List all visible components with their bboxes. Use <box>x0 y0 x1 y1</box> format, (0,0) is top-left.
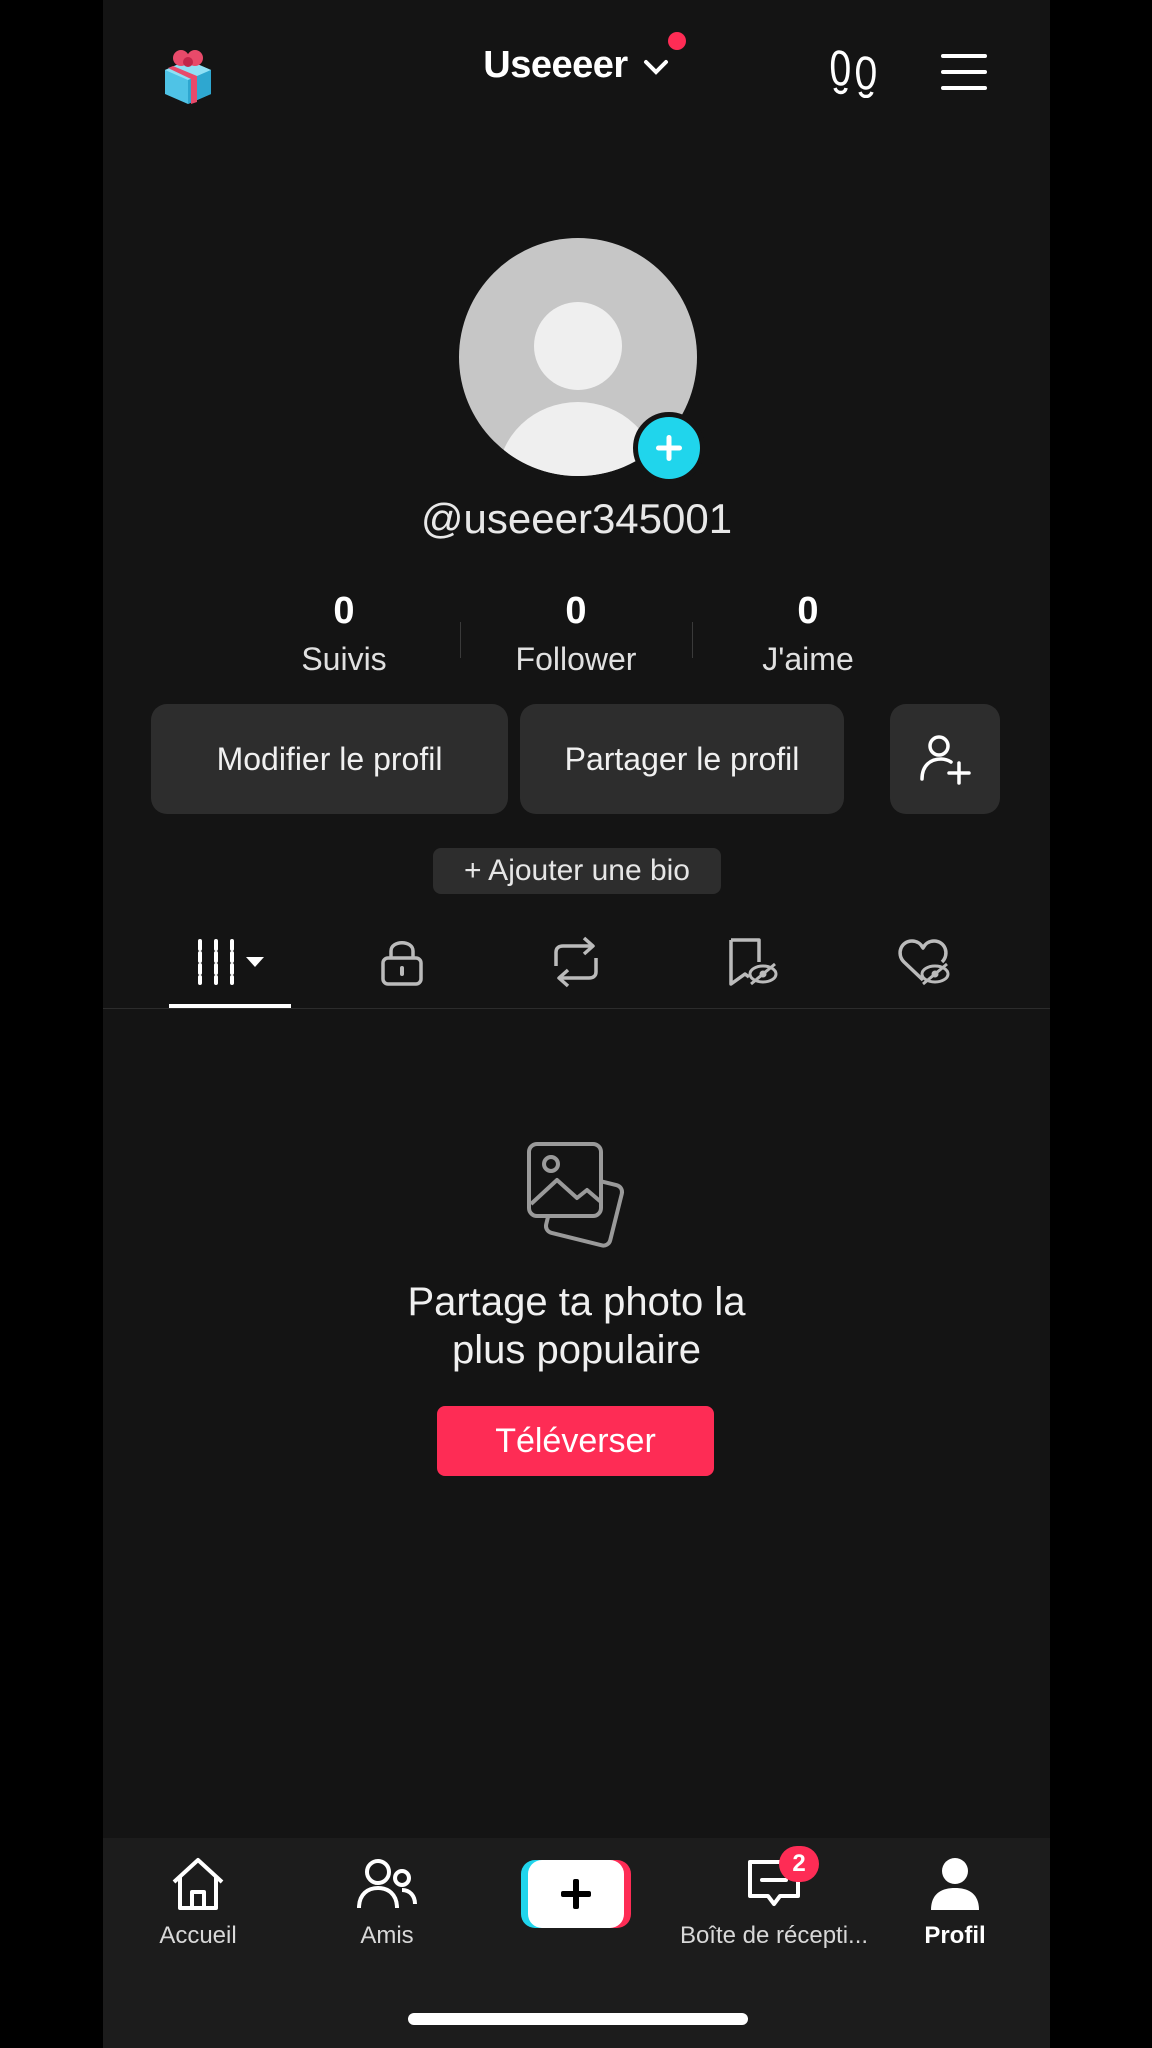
username-handle: @useeer345001 <box>420 495 733 542</box>
nav-inbox[interactable]: Boîte de récepti... <box>679 1850 869 1950</box>
following-count: 0 <box>333 590 355 632</box>
footprints-icon[interactable] <box>829 46 879 98</box>
hidden-favorites-icon <box>729 938 778 986</box>
empty-title-line-1: Partage ta photo la <box>407 1280 746 1324</box>
photos-icon <box>527 1142 625 1248</box>
notification-dot <box>667 32 686 50</box>
nav-profile[interactable]: Profil <box>860 1850 1050 1950</box>
account-name: Useeeer <box>483 44 628 86</box>
followers-count: 0 <box>565 590 587 632</box>
inbox-badge: 2 <box>779 1846 819 1882</box>
add-friend-button[interactable] <box>890 704 1000 814</box>
likes-count: 0 <box>797 590 819 632</box>
profile-screen: Useeeer @useeer345001 0 Suivis 0 Followe… <box>103 0 1050 2048</box>
tab-favorites[interactable] <box>701 930 801 994</box>
home-icon <box>172 1858 224 1910</box>
nav-home[interactable]: Accueil <box>103 1850 293 1950</box>
hidden-likes-icon <box>898 939 950 986</box>
nav-friends[interactable]: Amis <box>292 1850 482 1950</box>
empty-state-title: Partage ta photo la plus populaire <box>103 1278 1050 1374</box>
chevron-down-icon <box>643 59 668 75</box>
nav-friends-label: Amis <box>360 1922 414 1949</box>
add-bio-button[interactable]: + Ajouter une bio <box>433 848 721 894</box>
stat-following[interactable]: 0 Suivis <box>244 590 444 678</box>
add-avatar-button[interactable] <box>633 412 705 484</box>
stat-divider <box>692 622 693 658</box>
lock-icon <box>381 941 423 986</box>
stat-likes[interactable]: 0 J'aime <box>708 590 908 678</box>
tab-reposts[interactable] <box>526 930 626 994</box>
tab-videos[interactable] <box>180 930 280 994</box>
menu-icon[interactable] <box>939 52 989 92</box>
tab-divider <box>103 1008 1050 1009</box>
tab-liked[interactable] <box>873 930 973 994</box>
profile-icon <box>931 1858 979 1910</box>
plus-icon <box>656 435 682 461</box>
account-switcher[interactable]: Useeeer <box>103 32 1050 87</box>
following-label: Suivis <box>301 641 387 677</box>
create-button[interactable] <box>521 1860 631 1928</box>
nav-profile-label: Profil <box>924 1922 986 1949</box>
followers-label: Follower <box>515 641 637 677</box>
empty-title-line-2: plus populaire <box>451 1328 702 1372</box>
add-person-icon <box>920 735 971 785</box>
videos-grid-icon <box>198 939 264 985</box>
repost-icon <box>554 936 598 988</box>
stat-followers[interactable]: 0 Follower <box>476 590 676 678</box>
share-profile-button[interactable]: Partager le profil <box>520 704 844 814</box>
upload-button[interactable]: Téléverser <box>437 1406 714 1476</box>
edit-profile-button[interactable]: Modifier le profil <box>151 704 508 814</box>
tab-private[interactable] <box>352 930 452 994</box>
likes-label: J'aime <box>762 641 854 677</box>
nav-inbox-label: Boîte de récepti... <box>679 1922 869 1949</box>
home-indicator[interactable] <box>408 2013 748 2025</box>
friends-icon <box>357 1859 417 1909</box>
nav-home-label: Accueil <box>159 1922 237 1949</box>
stat-divider <box>460 622 461 658</box>
